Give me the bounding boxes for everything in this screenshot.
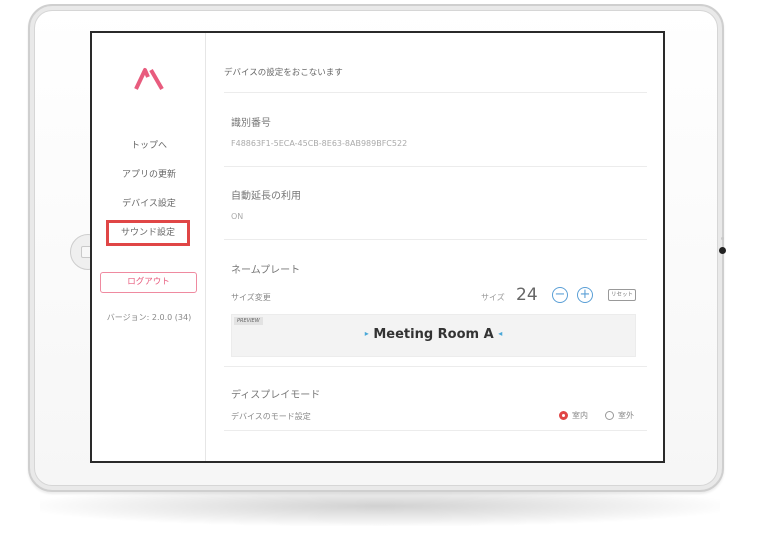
sidebar-item-top[interactable]: トップへ (92, 140, 206, 152)
divider (224, 366, 647, 367)
radio-unselected-icon (605, 411, 614, 420)
front-camera (719, 247, 726, 254)
app-screen: トップへ アプリの更新 デバイス設定 サウンド設定 ログアウト バージョン: 2… (90, 31, 665, 463)
radio-selected-icon (559, 411, 568, 420)
radio-outdoor[interactable]: 室外 (605, 410, 634, 421)
size-reset-button[interactable]: リセット (608, 289, 636, 301)
sidebar-item-sound-settings[interactable]: サウンド設定 (106, 220, 190, 246)
radio-indoor-label: 室内 (572, 411, 588, 420)
nameplate-title: ネームプレート (231, 265, 301, 276)
display-mode-sub-label: デバイスのモード設定 (231, 412, 311, 421)
size-label: サイズ (481, 293, 505, 302)
radio-indoor[interactable]: 室内 (559, 410, 588, 421)
app-version: バージョン: 2.0.0 (34) (106, 313, 192, 322)
radio-outdoor-label: 室外 (618, 411, 634, 420)
main-content: デバイスの設定をおこないます 識別番号 F48863F1-5ECA-45CB-8… (206, 33, 663, 461)
divider (224, 166, 647, 167)
size-decrease-button[interactable]: − (552, 287, 568, 303)
display-mode-title: ディスプレイモード (231, 390, 321, 401)
page-description: デバイスの設定をおこないます (224, 68, 343, 78)
preview-text-row: ▸ Meeting Room A ◂ (232, 327, 635, 342)
size-change-label: サイズ変更 (231, 293, 271, 302)
logout-button[interactable]: ログアウト (100, 272, 197, 293)
nameplate-preview: PREVIEW ▸ Meeting Room A ◂ (231, 314, 636, 357)
device-id-value: F48863F1-5ECA-45CB-8E63-8AB989BFC522 (231, 139, 408, 148)
preview-room-name: Meeting Room A (373, 327, 494, 342)
sidebar-item-app-update[interactable]: アプリの更新 (92, 169, 206, 181)
sidebar-item-device-settings[interactable]: デバイス設定 (92, 198, 206, 210)
auto-extend-value[interactable]: ON (231, 212, 243, 221)
size-increase-button[interactable]: + (577, 287, 593, 303)
arrow-right-icon: ▸ (364, 329, 369, 338)
device-shadow (40, 486, 720, 526)
auto-extend-title: 自動延長の利用 (231, 191, 301, 202)
divider (224, 92, 647, 93)
arrow-left-icon: ◂ (498, 329, 503, 338)
preview-tag: PREVIEW (234, 317, 263, 325)
logo-icon (134, 68, 164, 91)
divider (224, 239, 647, 240)
divider (224, 430, 647, 431)
size-value: 24 (516, 285, 538, 305)
sidebar: トップへ アプリの更新 デバイス設定 サウンド設定 ログアウト バージョン: 2… (92, 33, 206, 461)
light-sensor (721, 237, 724, 240)
device-id-title: 識別番号 (231, 118, 271, 129)
